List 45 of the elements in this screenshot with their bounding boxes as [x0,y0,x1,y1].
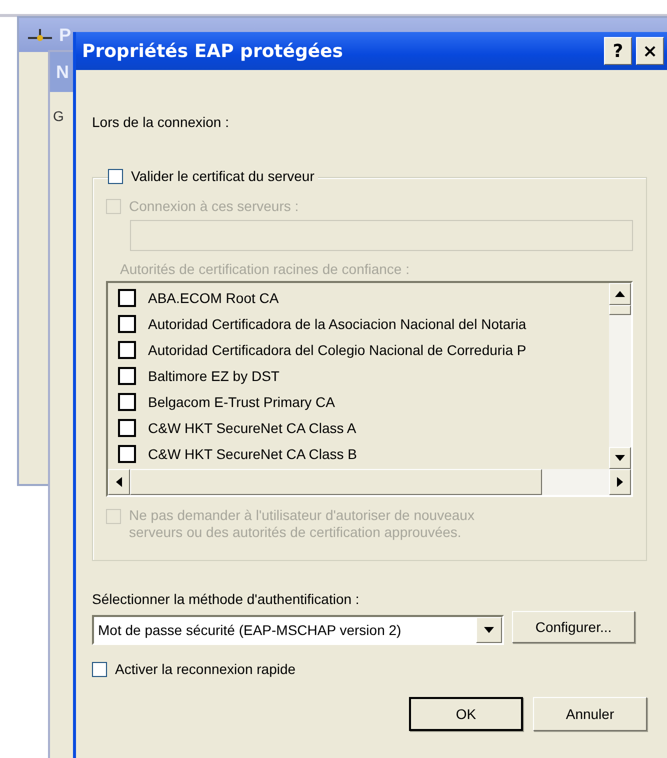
scroll-thumb[interactable] [130,469,542,495]
list-item[interactable]: Baltimore EZ by DST [148,368,280,384]
network-icon [27,27,53,43]
scroll-right-button[interactable] [609,469,631,495]
checkbox[interactable] [118,445,136,463]
dialog-button[interactable]: OK [409,697,523,731]
checkbox[interactable] [118,419,136,437]
checkbox[interactable] [118,367,136,385]
configure-button[interactable]: Configurer... [512,611,635,643]
list-item[interactable]: Belgacom E-Trust Primary CA [148,394,335,410]
scroll-up-button[interactable] [609,283,631,305]
tab[interactable]: G [53,108,64,124]
checkbox[interactable] [108,168,123,184]
list-label: Autorités de certification racines de confiance : [120,261,410,277]
checkbox[interactable] [118,393,136,411]
scrollbar[interactable] [609,283,631,469]
method-dropdown[interactable]: Mot de passe sécurité (EAP-MSCHAP version 2) [92,615,504,645]
up-arrow-icon [615,291,625,297]
checkbox[interactable] [92,662,107,676]
list-item[interactable]: Autoridad Certificadora del Colegio Nacional de Correduria P [148,342,526,358]
help-button[interactable]: ? [604,37,632,65]
dialog-button[interactable]: Annuler [533,697,647,731]
close-button[interactable]: × [636,37,664,65]
scrollbar[interactable] [108,469,631,495]
field-label: Sélectionner la méthode d'authentification : [92,591,360,607]
scroll-thumb[interactable] [609,305,631,315]
down-arrow-icon [615,455,625,461]
list-item[interactable]: C&W HKT SecureNet CA Class B [148,446,358,462]
scroll-left-button[interactable] [108,469,130,495]
window-title: Propriétés EAP protégées [82,40,344,62]
right-arrow-icon [617,477,623,487]
checkbox[interactable] [118,289,136,307]
checkbox[interactable] [118,315,136,333]
list-item[interactable]: C&W HKT SecureNet CA Class A [148,420,356,436]
section-label: Lors de la connexion : [92,114,229,130]
list-item[interactable]: ABA.ECOM Root CA [148,290,279,306]
checkbox-label[interactable]: Activer la reconnexion rapide [115,661,296,677]
left-arrow-icon [116,477,122,487]
window-title: P [59,24,72,46]
window-title: N [56,62,69,82]
caret-icon [484,627,494,633]
dropdown-button[interactable] [476,617,502,643]
list-item[interactable]: Autoridad Certificadora de la Asociacion Nacional del Notaria [148,316,526,332]
scroll-down-button[interactable] [609,447,631,469]
checkbox[interactable] [118,341,136,359]
